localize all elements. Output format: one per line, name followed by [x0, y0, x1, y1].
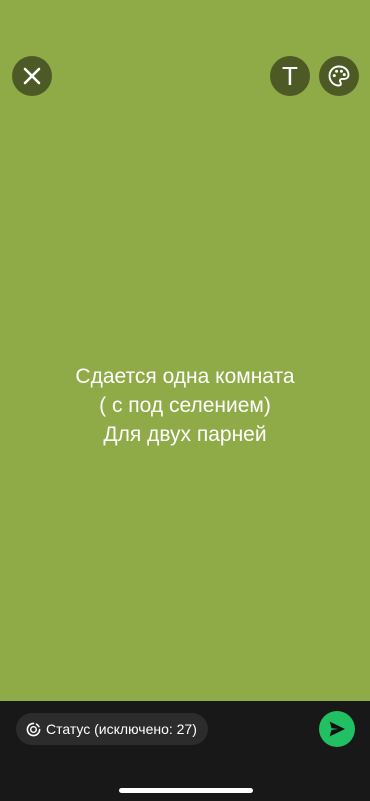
- status-text[interactable]: Сдается одна комната ( с под селением) Д…: [0, 362, 370, 449]
- status-privacy-button[interactable]: Статус (исключено: 27): [16, 713, 208, 745]
- close-button[interactable]: [12, 56, 52, 96]
- status-ring-icon: [26, 722, 41, 737]
- text-tool-icon: T: [282, 61, 298, 91]
- status-text-line: Для двух парней: [103, 423, 267, 446]
- close-icon: [23, 67, 41, 85]
- color-palette-button[interactable]: [319, 56, 359, 96]
- text-tool-button[interactable]: T: [270, 56, 310, 96]
- status-editor-screen: T Сдается одна комната ( с под селением)…: [0, 0, 370, 801]
- bottom-bar: Статус (исключено: 27): [0, 701, 370, 801]
- status-privacy-label: Статус (исключено: 27): [46, 721, 197, 737]
- status-text-line: ( с под селением): [99, 394, 271, 417]
- status-text-line: Сдается одна комната: [75, 365, 295, 388]
- home-indicator: [119, 788, 253, 793]
- send-button[interactable]: [319, 711, 355, 747]
- palette-icon: [328, 65, 350, 87]
- send-icon: [329, 721, 345, 737]
